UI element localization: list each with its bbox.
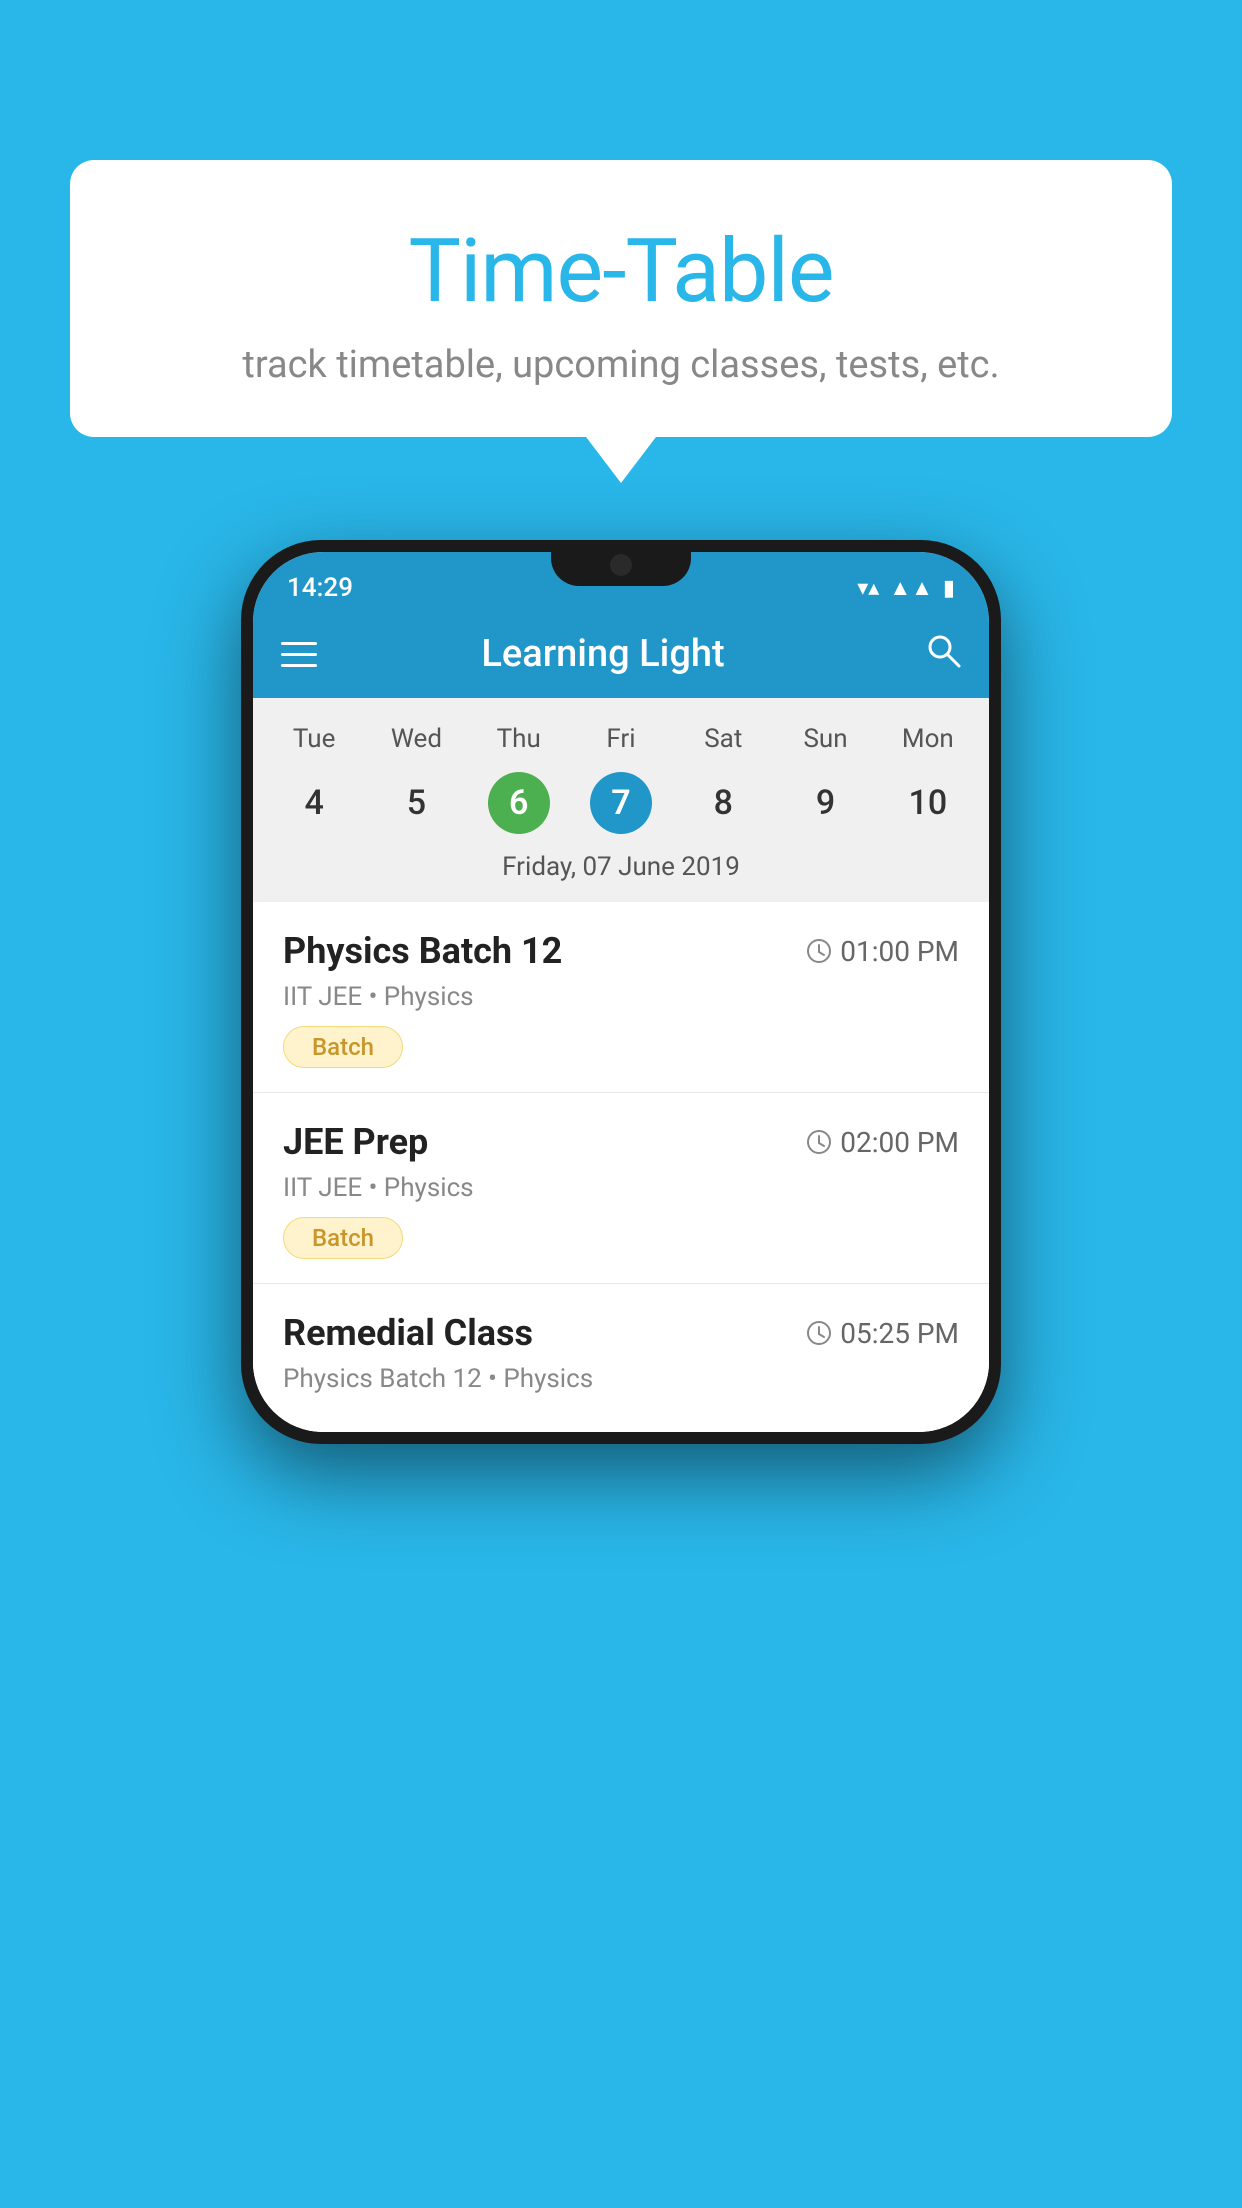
schedule-item-3[interactable]: Remedial Class 05:25 PM Physics Batch 12… [253,1284,989,1432]
phone-screen: 14:29 ▾▴ ▲▲ ▮ Learning Light [253,552,989,1432]
schedule-item-3-title: Remedial Class [283,1312,533,1354]
schedule-item-2-detail: IIT JEE • Physics [283,1173,959,1203]
schedule-item-1-header: Physics Batch 12 01:00 PM [283,930,959,972]
day-tue: Tue [263,716,365,762]
calendar-dates: 4 5 6 7 8 9 10 [253,762,989,844]
schedule-item-2-badge: Batch [283,1217,403,1259]
wifi-icon: ▾▴ [857,576,879,601]
search-icon[interactable] [925,632,961,677]
day-sat: Sat [672,716,774,762]
calendar-section: Tue Wed Thu Fri Sat Sun Mon 4 5 6 7 [253,698,989,902]
app-bar: Learning Light [253,610,989,698]
schedule-item-2-time: 02:00 PM [806,1126,959,1159]
date-today-circle: 6 [488,772,550,834]
phone-camera [610,554,632,576]
date-10[interactable]: 10 [877,768,979,838]
date-6[interactable]: 6 [468,768,570,838]
status-time: 14:29 [287,573,353,603]
battery-icon: ▮ [943,576,955,601]
signal-icon: ▲▲ [889,575,933,601]
date-8[interactable]: 8 [672,768,774,838]
schedule-item-2-time-text: 02:00 PM [840,1126,959,1159]
schedule-item-2-header: JEE Prep 02:00 PM [283,1121,959,1163]
schedule-item-2[interactable]: JEE Prep 02:00 PM IIT JEE • Physics Batc… [253,1093,989,1284]
bubble-subtitle: track timetable, upcoming classes, tests… [110,343,1132,387]
selected-date-label: Friday, 07 June 2019 [253,844,989,896]
phone-mockup: 14:29 ▾▴ ▲▲ ▮ Learning Light [241,540,1001,1444]
day-fri: Fri [570,716,672,762]
schedule-item-1-time: 01:00 PM [806,935,959,968]
schedule-item-1[interactable]: Physics Batch 12 01:00 PM IIT JEE • Phys… [253,902,989,1093]
date-5[interactable]: 5 [365,768,467,838]
date-7[interactable]: 7 [570,768,672,838]
schedule-list: Physics Batch 12 01:00 PM IIT JEE • Phys… [253,902,989,1432]
calendar-days-header: Tue Wed Thu Fri Sat Sun Mon [253,716,989,762]
date-4[interactable]: 4 [263,768,365,838]
schedule-item-1-detail: IIT JEE • Physics [283,982,959,1012]
day-sun: Sun [774,716,876,762]
schedule-item-3-time: 05:25 PM [806,1317,959,1350]
app-title: Learning Light [311,632,895,676]
phone-notch [551,540,691,586]
date-9[interactable]: 9 [774,768,876,838]
day-wed: Wed [365,716,467,762]
day-mon: Mon [877,716,979,762]
schedule-item-1-title: Physics Batch 12 [283,930,562,972]
phone-outer: 14:29 ▾▴ ▲▲ ▮ Learning Light [241,540,1001,1444]
schedule-item-3-header: Remedial Class 05:25 PM [283,1312,959,1354]
bubble-title: Time-Table [110,220,1132,323]
status-icons: ▾▴ ▲▲ ▮ [857,575,955,601]
schedule-item-1-time-text: 01:00 PM [840,935,959,968]
schedule-item-1-badge: Batch [283,1026,403,1068]
speech-bubble: Time-Table track timetable, upcoming cla… [70,160,1172,437]
schedule-item-3-time-text: 05:25 PM [840,1317,959,1350]
schedule-item-3-detail: Physics Batch 12 • Physics [283,1364,959,1394]
schedule-item-2-title: JEE Prep [283,1121,428,1163]
day-thu: Thu [468,716,570,762]
date-selected-circle: 7 [590,772,652,834]
